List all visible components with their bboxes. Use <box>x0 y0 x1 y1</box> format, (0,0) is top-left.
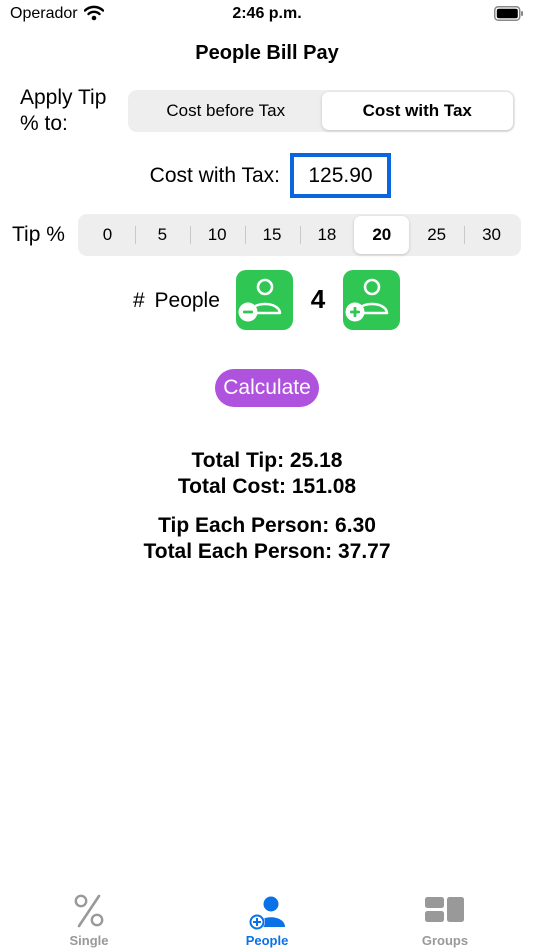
tab-bar: Single People Groups <box>0 885 534 950</box>
tip-segment-0[interactable]: 0 <box>80 216 135 254</box>
tip-each-person-result: Tip Each Person: 6.30 <box>158 514 376 537</box>
total-each-person-result: Total Each Person: 37.77 <box>143 540 391 563</box>
segment-cost-before-tax[interactable]: Cost before Tax <box>130 92 322 130</box>
status-bar: Operador 2:46 p.m. <box>0 0 534 30</box>
people-label: # People <box>133 289 220 312</box>
tip-segment-25[interactable]: 25 <box>409 216 464 254</box>
segment-cost-with-tax[interactable]: Cost with Tax <box>321 92 513 130</box>
status-time: 2:46 p.m. <box>232 5 302 22</box>
tip-segment-15[interactable]: 15 <box>244 216 300 254</box>
apply-tip-label: Apply Tip % to: <box>20 86 107 135</box>
add-person-button[interactable] <box>343 270 400 330</box>
apply-tip-segmented-control: Cost before Tax Cost with Tax <box>128 90 515 132</box>
percent-icon <box>0 893 178 934</box>
tip-segment-20[interactable]: 20 <box>354 216 410 254</box>
total-cost-result: Total Cost: 151.08 <box>177 475 357 498</box>
page-title: People Bill Pay <box>195 42 339 64</box>
person-add-icon <box>178 893 356 936</box>
person-plus-icon <box>345 278 389 322</box>
cost-input[interactable] <box>290 153 391 198</box>
tip-percent-segmented-control: 0 5 10 15 18 20 25 30 <box>78 214 521 256</box>
total-tip-result: Total Tip: 25.18 <box>191 449 343 472</box>
tip-segment-30[interactable]: 30 <box>464 216 519 254</box>
people-count: 4 <box>310 284 326 314</box>
tip-segment-10[interactable]: 10 <box>189 216 245 254</box>
tip-percent-label: Tip % <box>12 223 65 246</box>
tab-groups-label: Groups <box>421 933 469 948</box>
remove-person-button[interactable] <box>236 270 293 330</box>
tab-people-label: People <box>245 933 289 948</box>
tip-segment-18[interactable]: 18 <box>299 216 355 254</box>
tab-single-label: Single <box>69 933 109 948</box>
tab-people[interactable]: People <box>178 885 356 950</box>
groups-icon <box>356 893 534 932</box>
battery-icon <box>494 6 524 26</box>
cost-label: Cost with Tax: <box>149 164 280 187</box>
tab-groups[interactable]: Groups <box>356 885 534 950</box>
calculate-button[interactable]: Calculate <box>215 369 319 407</box>
tip-segment-5[interactable]: 5 <box>134 216 190 254</box>
tab-single[interactable]: Single <box>0 885 178 950</box>
person-minus-icon <box>238 278 282 322</box>
